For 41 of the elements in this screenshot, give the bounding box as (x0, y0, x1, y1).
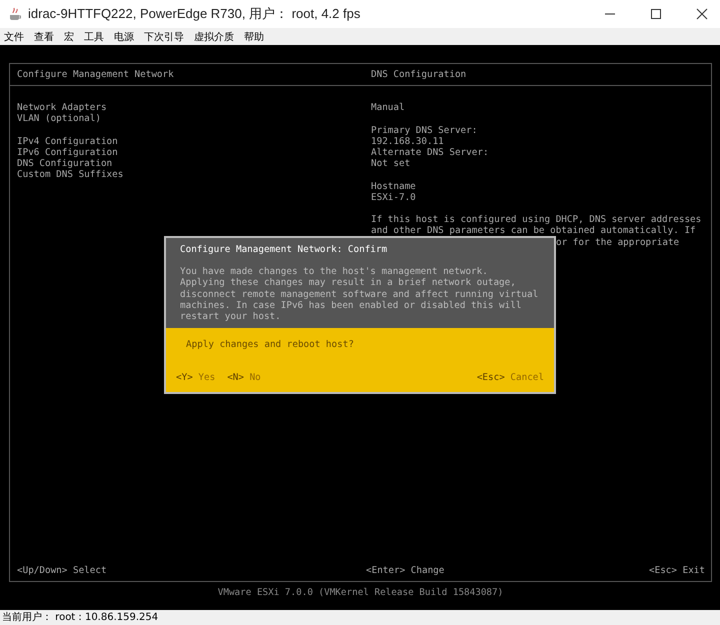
menu-option[interactable]: Network Adapters (17, 102, 361, 114)
screen-title: Configure Management Network (16, 69, 175, 80)
version-text: VMware ESXi 7.0.0 (VMKernel Release Build 15843087) (216, 586, 504, 598)
menu-item[interactable]: 虚拟介质 (194, 30, 234, 44)
dialog-action[interactable]: <Y> Yes (176, 372, 216, 384)
menu-item[interactable]: 文件 (4, 30, 24, 44)
menu-item[interactable]: 下次引导 (144, 30, 184, 44)
java-cup-icon (8, 7, 22, 21)
close-icon[interactable] (696, 8, 708, 20)
menu-option[interactable]: DNS Configuration (17, 158, 361, 170)
note-line: or for the appropriate (555, 236, 680, 248)
menu-item[interactable]: 查看 (34, 30, 54, 44)
key-hint: <Up/Down> Select (16, 564, 108, 576)
detail-text: Not set (371, 158, 412, 170)
window-title: idrac-9HTTFQ222, PowerEdge R730, 用户： root, 4.2 fps (28, 5, 360, 23)
detail-text: Primary DNS Server: (371, 124, 478, 136)
detail-text: Hostname (371, 180, 417, 192)
note-line: If this host is configured using DHCP, DNS server addresses (371, 214, 702, 226)
menu-option[interactable]: Custom DNS Suffixes (17, 169, 361, 181)
menu-item[interactable]: 电源 (114, 30, 134, 44)
note-line: and other DNS parameters can be obtained automatically. If (371, 225, 697, 237)
detail-text: 192.168.30.11 (371, 136, 445, 147)
panel-title: DNS Configuration (370, 69, 468, 80)
key-hint: <Esc> Exit (649, 564, 706, 576)
dialog-message: You have made changes to the host's management network. Applying these changes may result in a brief network outage, disconnect remote management software and affect running virtual machines. In case IPv6 has been enabled or disabled this will restart your host. (180, 266, 540, 322)
dialog-title: Configure Management Network: Confirm (180, 244, 388, 256)
menu-option[interactable]: IPv6 Configuration (17, 147, 361, 158)
dialog-action[interactable]: <N> No (227, 372, 261, 384)
dialog-question: Apply changes and reboot host? (185, 339, 355, 350)
dialog-action[interactable]: <Esc> Cancel (476, 372, 544, 384)
menu-item[interactable]: 工具 (84, 30, 104, 44)
detail-text: Alternate DNS Server: (371, 147, 490, 158)
status-bar: 当前用户： root : 10.86.159.254 (0, 610, 720, 625)
menu-option[interactable]: IPv4 Configuration (17, 136, 361, 147)
key-hint: <Enter> Change (365, 564, 446, 576)
detail-text: ESXi-7.0 (371, 192, 417, 203)
maximize-icon[interactable] (650, 8, 662, 20)
menu-option[interactable]: VLAN (optional) (17, 113, 361, 125)
menu-item[interactable]: 帮助 (244, 30, 264, 44)
menu-item[interactable]: 宏 (64, 30, 74, 44)
detail-text: Manual (371, 102, 406, 114)
